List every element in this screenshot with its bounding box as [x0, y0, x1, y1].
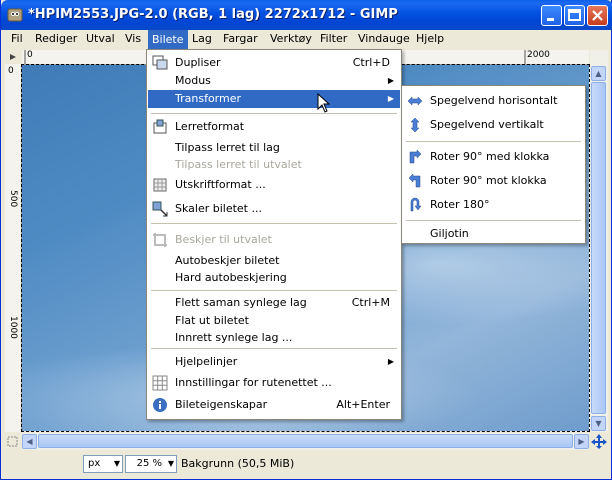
menu-item-beskjer-utval[interactable]: Beskjer til utvalet: [148, 231, 400, 249]
menu-separator: [151, 223, 397, 224]
menu-item-tilpass-lerret-utval[interactable]: Tilpass lerret til utvalet: [148, 156, 400, 174]
gimp-app-icon: [7, 8, 23, 22]
menu-item-dupliser[interactable]: Dupliser Ctrl+D: [148, 54, 400, 72]
rotate-ccw-icon: [408, 173, 421, 188]
quick-mask-toggle[interactable]: [5, 433, 21, 450]
menu-item-hjelpelinjer[interactable]: Hjelpelinjer ▶: [148, 353, 400, 371]
menu-separator: [406, 220, 581, 221]
print-size-icon: [153, 178, 167, 192]
submenu-arrow-icon: ▶: [387, 94, 394, 103]
quick-mask-corner[interactable]: [5, 50, 22, 64]
info-icon: [153, 398, 167, 412]
chevron-down-icon: ▼: [113, 459, 120, 468]
menu-item-flip-vertical[interactable]: Spegelvend vertikalt: [403, 116, 584, 134]
menu-vindauge[interactable]: Vindauge: [358, 32, 410, 45]
menu-item-rutenett[interactable]: Innstillingar for rutenettet ...: [148, 374, 400, 392]
arrow-right-icon: [10, 54, 16, 60]
menu-bar: Fil Rediger Utval Vis Bilete Lag Fargar …: [5, 30, 609, 49]
menu-bilete[interactable]: Bilete: [148, 30, 188, 49]
menu-item-skaler[interactable]: Skaler biletet ...: [148, 200, 400, 218]
window-title: *HPIM2553.JPG-2.0 (RGB, 1 lag) 2272x1712…: [28, 7, 398, 22]
menu-fargar[interactable]: Fargar: [223, 32, 258, 45]
close-icon: [592, 10, 603, 21]
duplicate-icon: [152, 55, 168, 70]
menu-item-lerretformat[interactable]: Lerretformat: [148, 118, 400, 136]
menu-item-bileteigenskapar[interactable]: Bileteigenskapar Alt+Enter: [148, 396, 400, 414]
vertical-scrollbar[interactable]: ▲ ▼: [590, 50, 608, 432]
menu-item-giljotin[interactable]: Giljotin: [403, 225, 584, 243]
menu-item-flat-ut[interactable]: Flat ut biletet: [148, 312, 400, 330]
menu-separator: [151, 290, 397, 291]
rotate-cw-icon: [409, 149, 422, 164]
menu-verktoy[interactable]: Verktøy: [270, 32, 312, 45]
vertical-scroll-thumb[interactable]: [591, 82, 606, 414]
quick-mask-icon: [7, 436, 18, 447]
menu-separator: [406, 141, 581, 142]
canvas-size-icon: [153, 119, 167, 134]
unit-select[interactable]: px ▼: [83, 455, 123, 473]
close-button[interactable]: [587, 5, 608, 26]
chevron-down-icon: ▼: [167, 459, 174, 468]
scroll-down-button[interactable]: ▼: [591, 416, 606, 431]
horizontal-scrollbar[interactable]: ◀ ▶: [22, 433, 589, 450]
ruler-label: 2000: [527, 50, 550, 60]
navigate-button[interactable]: [590, 433, 608, 450]
rotate-180-icon: [410, 197, 422, 212]
menu-filter[interactable]: Filter: [320, 32, 347, 45]
menu-hjelp[interactable]: Hjelp: [416, 32, 444, 45]
navigate-icon: [591, 434, 607, 449]
menu-item-utskriftformat[interactable]: Utskriftformat ...: [148, 176, 400, 194]
unit-value: px: [88, 458, 101, 469]
zoom-select[interactable]: 25 % ▼: [125, 455, 177, 473]
menu-separator: [151, 113, 397, 114]
menu-item-transformer[interactable]: Transformer ▶: [148, 90, 400, 108]
flip-vertical-icon: [410, 117, 420, 133]
ruler-label: 0: [8, 66, 14, 76]
menu-item-tilpass-lerret-lag[interactable]: Tilpass lerret til lag: [148, 139, 400, 157]
transformer-submenu: Spegelvend horisontalt Spegelvend vertik…: [401, 85, 586, 244]
menu-item-flett-lag[interactable]: Flett saman synlege lag Ctrl+M: [148, 294, 400, 312]
zoom-value: 25 %: [136, 458, 162, 469]
ruler-label: 500: [8, 190, 18, 208]
submenu-arrow-icon: ▶: [387, 357, 394, 366]
scale-icon: [152, 201, 168, 217]
maximize-button[interactable]: [564, 5, 585, 26]
vertical-ruler[interactable]: 0 500 1000: [5, 64, 22, 432]
menu-item-innrett-lag[interactable]: Innrett synlege lag ...: [148, 329, 400, 347]
menu-lag[interactable]: Lag: [192, 32, 212, 45]
grid-icon: [152, 375, 168, 391]
mouse-cursor-icon: [317, 93, 331, 113]
ruler-label: 0: [27, 50, 33, 60]
menu-item-rotate-ccw[interactable]: Roter 90° mot klokka: [403, 172, 584, 190]
scroll-right-button[interactable]: ▶: [574, 434, 589, 449]
submenu-arrow-icon: ▶: [387, 76, 394, 85]
menu-item-autobeskjer[interactable]: Autobeskjer biletet: [148, 252, 400, 270]
menu-utval[interactable]: Utval: [86, 32, 115, 45]
crop-icon: [153, 233, 167, 247]
menu-item-modus[interactable]: Modus ▶: [148, 72, 400, 90]
flip-horizontal-icon: [407, 96, 423, 106]
status-info: Bakgrunn (50,5 MiB): [181, 457, 295, 470]
menu-separator: [151, 348, 397, 349]
menu-item-hard-autobeskjering[interactable]: Hard autobeskjering: [148, 269, 400, 287]
title-bar[interactable]: *HPIM2553.JPG-2.0 (RGB, 1 lag) 2272x1712…: [1, 0, 612, 30]
menu-item-rotate-180[interactable]: Roter 180°: [403, 196, 584, 214]
menu-item-flip-horizontal[interactable]: Spegelvend horisontalt: [403, 92, 584, 110]
horizontal-scroll-thumb[interactable]: [38, 434, 573, 448]
menu-fil[interactable]: Fil: [11, 32, 23, 45]
ruler-label: 1000: [8, 316, 18, 339]
menu-vis[interactable]: Vis: [125, 32, 141, 45]
minimize-button[interactable]: [541, 5, 562, 26]
menu-item-rotate-cw[interactable]: Roter 90° med klokka: [403, 148, 584, 166]
minimize-icon: [547, 18, 554, 21]
bilete-menu: Dupliser Ctrl+D Modus ▶ Transformer ▶ Le…: [146, 49, 402, 420]
status-bar: px ▼ 25 % ▼ Bakgrunn (50,5 MiB): [5, 451, 609, 477]
menu-rediger[interactable]: Rediger: [35, 32, 77, 45]
scroll-up-button[interactable]: ▲: [591, 66, 606, 81]
maximize-icon: [568, 9, 581, 21]
scroll-left-button[interactable]: ◀: [22, 434, 37, 449]
